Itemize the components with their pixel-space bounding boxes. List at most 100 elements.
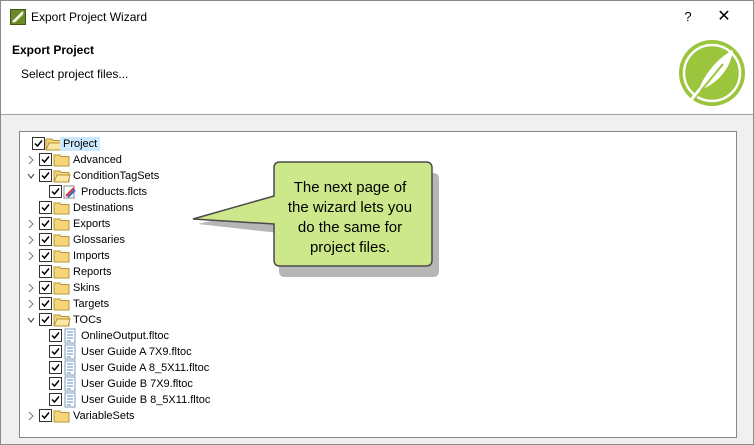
tree-label-targets: Targets (73, 298, 110, 310)
tree-item-reports[interactable]: Reports (20, 264, 720, 280)
chevron-right-icon[interactable] (26, 280, 36, 296)
tree-label-destinations: Destinations (73, 202, 134, 214)
close-button[interactable]: ✕ (707, 4, 741, 30)
checkmark-icon (34, 140, 43, 148)
tree-item-guide-b-8x11[interactable]: User Guide B 8_5X11.fltoc (20, 392, 720, 408)
checkbox-glossaries[interactable] (39, 233, 52, 246)
chevron-right-icon[interactable] (26, 248, 36, 264)
wizard-header: Export Project Select project files... (1, 32, 753, 115)
callout-line-4: project files. (309, 239, 391, 256)
checkbox-guide-b-7x9[interactable] (49, 377, 62, 390)
checkbox-targets[interactable] (39, 297, 52, 310)
chevron-right-icon[interactable] (26, 216, 36, 232)
app-icon (10, 9, 26, 25)
folder-icon (53, 202, 70, 215)
tree-item-guide-a-8x11[interactable]: User Guide A 8_5X11.fltoc (20, 360, 720, 376)
tree-label-guide-b-8x11: User Guide B 8_5X11.fltoc (81, 394, 211, 406)
toc-file-icon (64, 360, 76, 376)
help-button[interactable]: ? (673, 4, 703, 30)
tree-item-targets[interactable]: Targets (20, 296, 720, 312)
folder-icon (53, 410, 70, 423)
checkmark-icon (51, 396, 60, 404)
callout-line-2: the wizard lets you (287, 199, 413, 216)
checkmark-icon (41, 172, 50, 180)
tree-item-onlineoutput[interactable]: OnlineOutput.fltoc (20, 328, 720, 344)
toc-file-icon (64, 376, 76, 392)
tree-item-project[interactable]: Project (20, 136, 720, 152)
chevron-right-icon[interactable] (26, 232, 36, 248)
checkbox-imports[interactable] (39, 249, 52, 262)
checkbox-guide-a-8x11[interactable] (49, 361, 62, 374)
checkmark-icon (41, 300, 50, 308)
checkbox-guide-b-8x11[interactable] (49, 393, 62, 406)
checkbox-advanced[interactable] (39, 153, 52, 166)
chevron-down-icon[interactable] (26, 168, 36, 184)
feather-logo-icon (679, 40, 745, 106)
tree-label-exports: Exports (73, 218, 111, 230)
tree-item-guide-a-7x9[interactable]: User Guide A 7X9.fltoc (20, 344, 720, 360)
chevron-right-icon[interactable] (26, 296, 36, 312)
checkmark-icon (51, 332, 60, 340)
toc-file-icon (64, 344, 76, 360)
checkbox-guide-a-7x9[interactable] (49, 345, 62, 358)
tree-item-variablesets[interactable]: VariableSets (20, 408, 720, 424)
tree-label-advanced: Advanced (73, 154, 122, 166)
condition-tag-file-icon (63, 185, 76, 199)
checkmark-icon (41, 412, 50, 420)
callout-line-1: The next page of (293, 179, 407, 196)
tree-item-skins[interactable]: Skins (20, 280, 720, 296)
checkbox-tocs[interactable] (39, 313, 52, 326)
callout-line-3: do the same for (297, 219, 403, 236)
checkmark-icon (41, 220, 50, 228)
tree-label-variablesets: VariableSets (73, 410, 135, 422)
tree-label-conditiontagsets: ConditionTagSets (73, 170, 160, 182)
checkmark-icon (41, 284, 50, 292)
checkmark-icon (51, 188, 60, 196)
checkmark-icon (41, 156, 50, 164)
chevron-down-icon[interactable] (26, 312, 36, 328)
folder-icon (53, 154, 70, 167)
tree-label-tocs: TOCs (73, 314, 102, 326)
chevron-right-icon[interactable] (26, 152, 36, 168)
toc-file-icon (64, 328, 76, 344)
chevron-right-icon[interactable] (26, 408, 36, 424)
tree-item-advanced[interactable]: Advanced (20, 152, 720, 168)
folder-icon (53, 298, 70, 311)
tree-label-imports: Imports (73, 250, 110, 262)
tree-item-guide-b-7x9[interactable]: User Guide B 7X9.fltoc (20, 376, 720, 392)
tree-label-guide-a-8x11: User Guide A 8_5X11.fltoc (81, 362, 210, 374)
tree-label-skins: Skins (73, 282, 100, 294)
checkbox-variablesets[interactable] (39, 409, 52, 422)
open-folder-icon (53, 170, 71, 183)
toc-file-icon (64, 392, 76, 408)
checkmark-icon (41, 236, 50, 244)
page-title: Export Project (12, 43, 95, 57)
tree-label-guide-a-7x9: User Guide A 7X9.fltoc (81, 346, 192, 358)
checkmark-icon (41, 204, 50, 212)
callout-text: The next page of the wizard lets you do … (275, 178, 425, 258)
tree-label-reports: Reports (73, 266, 112, 278)
checkmark-icon (41, 268, 50, 276)
checkbox-skins[interactable] (39, 281, 52, 294)
checkmark-icon (41, 316, 50, 324)
checkbox-project[interactable] (32, 137, 45, 150)
checkbox-destinations[interactable] (39, 201, 52, 214)
tree-label-products: Products.flcts (81, 186, 148, 198)
tree-label-glossaries: Glossaries (73, 234, 125, 246)
folder-icon (53, 282, 70, 295)
checkbox-products[interactable] (49, 185, 62, 198)
title-bar: Export Project Wizard ? ✕ (1, 1, 753, 32)
checkmark-icon (51, 380, 60, 388)
tree-item-tocs[interactable]: TOCs (20, 312, 720, 328)
folder-icon (53, 250, 70, 263)
checkbox-conditiontagsets[interactable] (39, 169, 52, 182)
checkbox-onlineoutput[interactable] (49, 329, 62, 342)
tree-label-onlineoutput: OnlineOutput.fltoc (81, 330, 170, 342)
checkbox-reports[interactable] (39, 265, 52, 278)
folder-icon (53, 218, 70, 231)
tree-label-project: Project (60, 137, 101, 151)
checkmark-icon (51, 348, 60, 356)
checkbox-exports[interactable] (39, 217, 52, 230)
window-title: Export Project Wizard (31, 10, 148, 24)
page-subtitle: Select project files... (21, 67, 129, 81)
